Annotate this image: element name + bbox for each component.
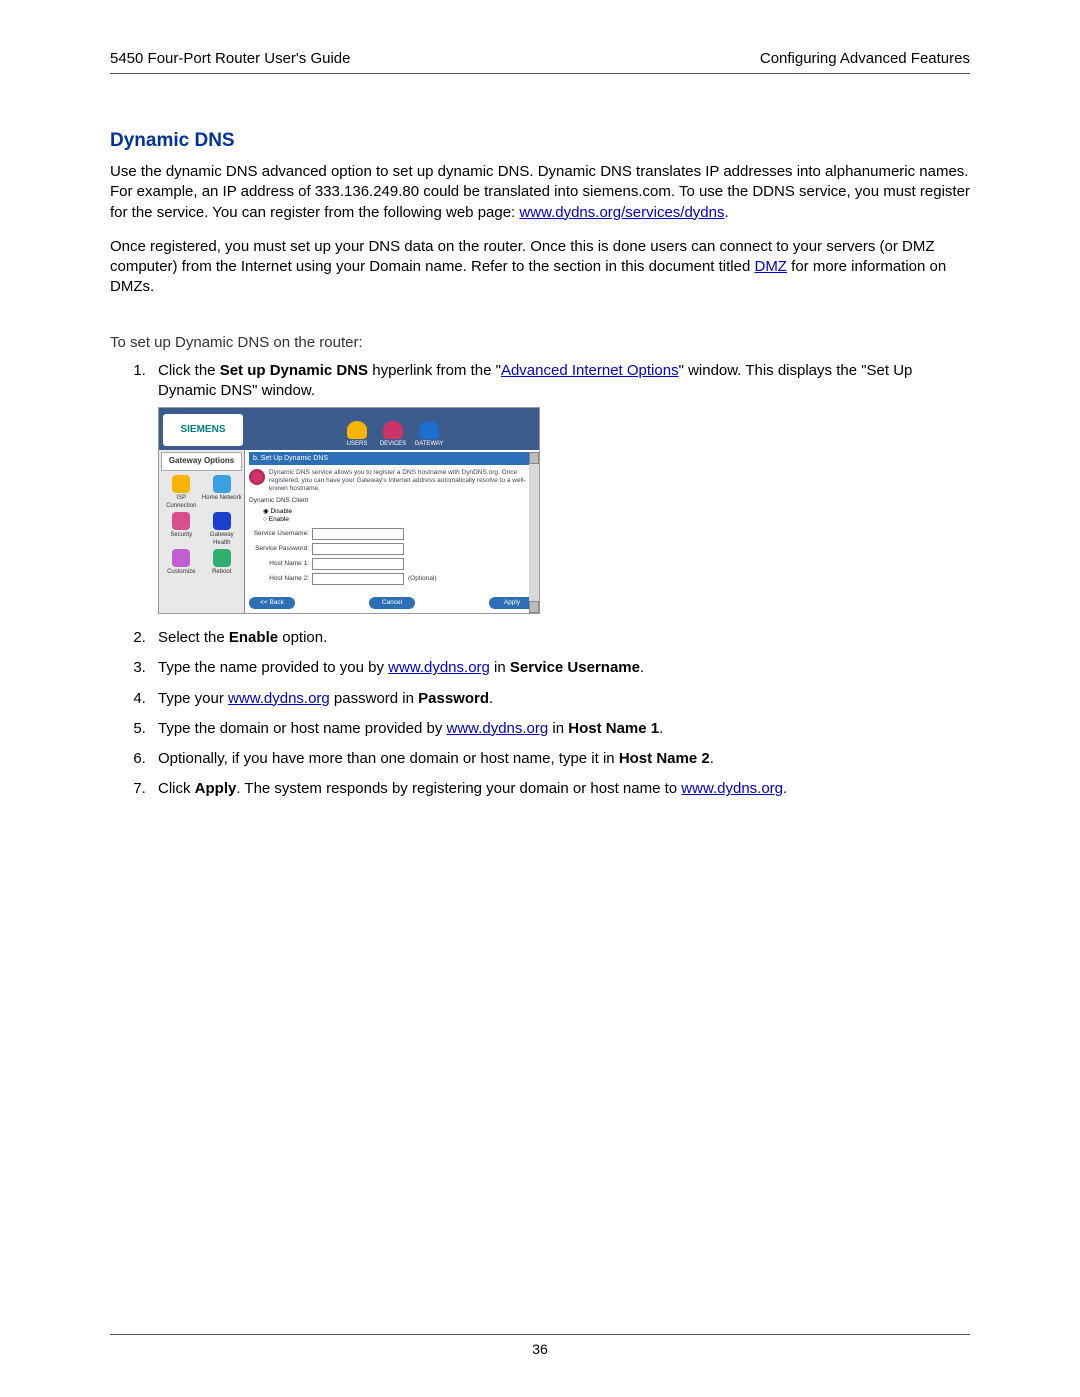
sidebar-item-isp-connection[interactable]: ISP Connection xyxy=(161,475,202,510)
label-host-name-2: Host Name 2: xyxy=(249,575,312,584)
sidebar-item-security[interactable]: Security xyxy=(161,512,202,547)
page-footer: 36 xyxy=(110,1334,970,1357)
group-label-dns-client: Dynamic DNS Client xyxy=(249,497,535,506)
radio-disable[interactable]: ◉ Disable xyxy=(263,508,535,517)
panel-title-bar: b. Set Up Dynamic DNS xyxy=(249,452,535,465)
section-title: Dynamic DNS xyxy=(110,130,970,152)
screenshot-main-panel: b. Set Up Dynamic DNS Dynamic DNS servic… xyxy=(245,450,539,613)
header-right: Configuring Advanced Features xyxy=(760,50,970,67)
tab-devices[interactable]: DEVICES xyxy=(376,421,410,448)
step-4: Type your www.dydns.org password in Pass… xyxy=(150,689,970,709)
link-advanced-internet-options[interactable]: Advanced Internet Options xyxy=(501,362,679,379)
step-6: Optionally, if you have more than one do… xyxy=(150,749,970,769)
tab-gateway[interactable]: GATEWAY xyxy=(412,421,446,448)
sidebar-item-reboot[interactable]: Reboot xyxy=(202,549,243,576)
steps-list: Click the Set up Dynamic DNS hyperlink f… xyxy=(150,361,970,800)
para1-tail: . xyxy=(725,204,729,221)
step-2: Select the Enable option. xyxy=(150,628,970,648)
back-button[interactable]: << Back xyxy=(249,597,295,609)
sidebar-item-home-network[interactable]: Home Network xyxy=(202,475,243,510)
label-optional: (Optional) xyxy=(408,575,437,584)
scroll-up-icon[interactable] xyxy=(529,452,539,464)
link-dmz[interactable]: DMZ xyxy=(754,258,787,275)
page-header: 5450 Four-Port Router User's Guide Confi… xyxy=(110,50,970,74)
label-service-username: Service Username: xyxy=(249,530,312,539)
input-host-name-1[interactable] xyxy=(312,558,404,570)
step-7: Click Apply. The system responds by regi… xyxy=(150,779,970,799)
radio-enable[interactable]: ○ Enable xyxy=(263,516,535,525)
step-5: Type the domain or host name provided by… xyxy=(150,719,970,739)
header-left: 5450 Four-Port Router User's Guide xyxy=(110,50,350,67)
step-1: Click the Set up Dynamic DNS hyperlink f… xyxy=(150,361,970,615)
info-icon xyxy=(249,469,265,485)
link-dydns-3[interactable]: www.dydns.org xyxy=(447,720,549,737)
input-host-name-2[interactable] xyxy=(312,573,404,585)
page-number: 36 xyxy=(532,1341,548,1357)
panel-description: Dynamic DNS service allows you to regist… xyxy=(269,469,535,492)
scrollbar[interactable] xyxy=(529,452,539,613)
paragraph-1: Use the dynamic DNS advanced option to s… xyxy=(110,162,970,223)
scroll-down-icon[interactable] xyxy=(529,601,539,613)
link-dydns-1[interactable]: www.dydns.org xyxy=(388,659,490,676)
link-dydns-services[interactable]: www.dydns.org/services/dydns xyxy=(519,204,724,221)
label-service-password: Service Password: xyxy=(249,545,312,554)
sidebar-title: Gateway Options xyxy=(161,452,242,471)
input-service-password[interactable] xyxy=(312,543,404,555)
link-dydns-2[interactable]: www.dydns.org xyxy=(228,690,330,707)
siemens-logo: SIEMENS xyxy=(163,414,243,446)
sidebar-item-customize[interactable]: Customize xyxy=(161,549,202,576)
paragraph-2: Once registered, you must set up your DN… xyxy=(110,237,970,298)
step-3: Type the name provided to you by www.dyd… xyxy=(150,658,970,678)
sidebar-gateway-options: Gateway Options ISP Connection Home Netw… xyxy=(159,450,245,613)
screenshot-set-up-dynamic-dns: SIEMENS USERS DEVICES GATEWAY Gateway Op… xyxy=(158,407,540,614)
tab-users[interactable]: USERS xyxy=(340,421,374,448)
input-service-username[interactable] xyxy=(312,528,404,540)
cancel-button[interactable]: Cancel xyxy=(369,597,415,609)
label-host-name-1: Host Name 1: xyxy=(249,560,312,569)
instruction-lead: To set up Dynamic DNS on the router: xyxy=(110,334,970,351)
sidebar-item-gateway-health[interactable]: Gateway Health xyxy=(202,512,243,547)
link-dydns-4[interactable]: www.dydns.org xyxy=(681,780,783,797)
